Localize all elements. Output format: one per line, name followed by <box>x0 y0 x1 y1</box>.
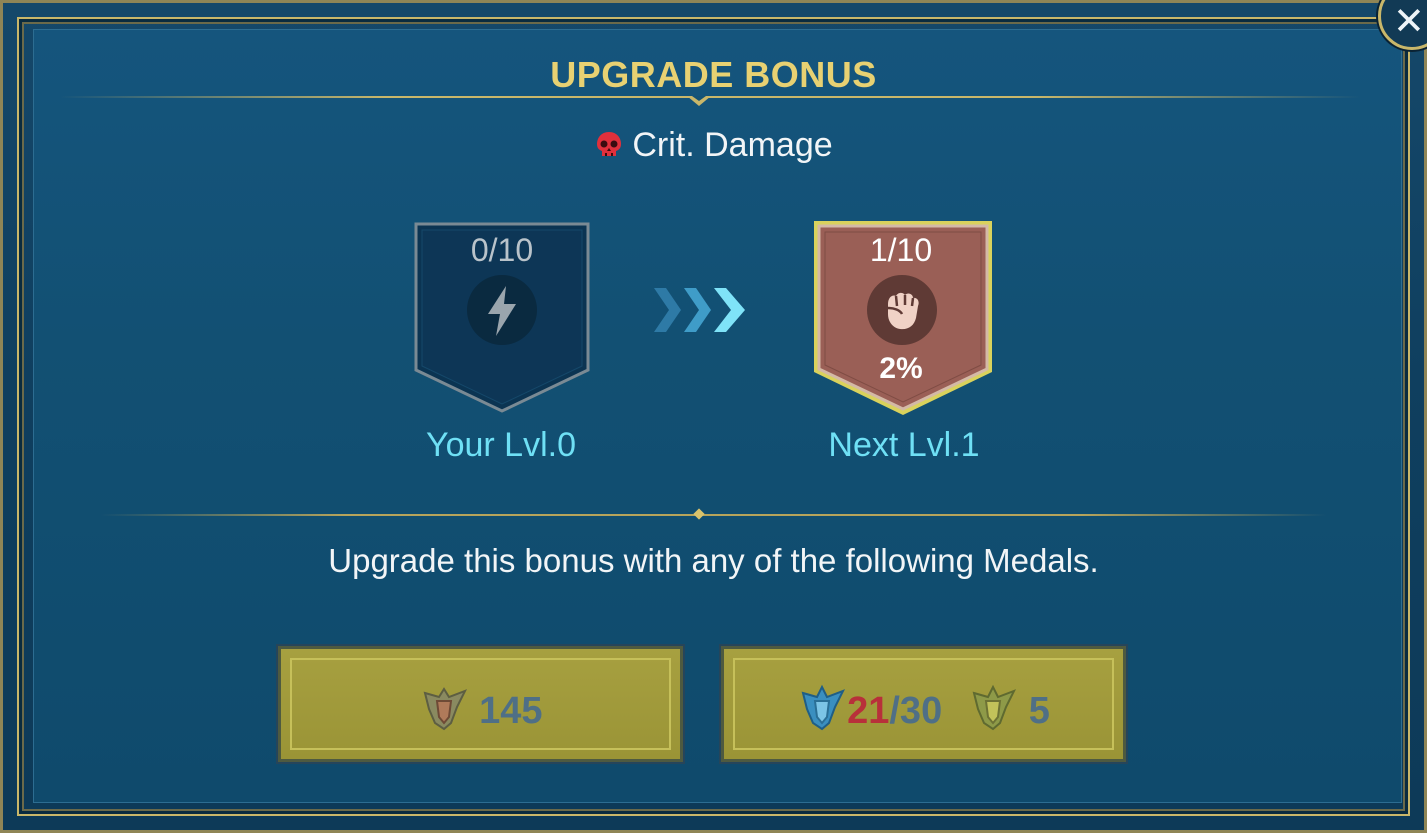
next-level-value: 2% <box>879 352 923 385</box>
next-level-label: Next Lvl.1 <box>828 426 980 464</box>
next-level-badge: 1/10 2% <box>811 218 992 415</box>
lightning-icon <box>467 275 537 345</box>
current-level-label: Your Lvl.0 <box>426 426 576 464</box>
bronze-medal-amount: 145 <box>479 690 543 732</box>
gold-medal-icon <box>972 684 1017 731</box>
upgrade-arrows-icon <box>654 288 745 332</box>
bronze-medal-icon <box>423 687 467 731</box>
dialog-frame <box>0 0 1427 833</box>
section-divider <box>100 514 1327 516</box>
silver-medal-have: 21 <box>847 690 890 732</box>
silver-medal-icon <box>801 684 846 731</box>
dialog-title: UPGRADE BONUS <box>550 54 877 95</box>
close-icon: ✕ <box>1393 0 1425 43</box>
current-level-badge: 0/10 <box>412 220 592 415</box>
upgrade-silver-gold-medal-button[interactable]: 21/30 5 <box>721 646 1126 762</box>
fist-icon <box>867 275 937 345</box>
title-notch-inner <box>692 96 706 101</box>
upgrade-bronze-medal-button[interactable]: 145 <box>278 646 683 762</box>
medal-cost: 145 <box>281 683 680 733</box>
current-level-count: 0/10 <box>470 232 534 268</box>
upgrade-instruction: Upgrade this bonus with any of the follo… <box>328 542 1099 579</box>
bonus-stat-name: Crit. Damage <box>632 126 833 164</box>
medal-cost: 21/30 5 <box>724 683 1123 733</box>
bonus-stat: Crit. Damage <box>0 126 1427 169</box>
next-level-count: 1/10 <box>869 232 933 268</box>
skull-icon <box>594 130 624 169</box>
silver-medal-need: /30 <box>889 690 943 732</box>
gold-medal-amount: 5 <box>1028 690 1050 732</box>
